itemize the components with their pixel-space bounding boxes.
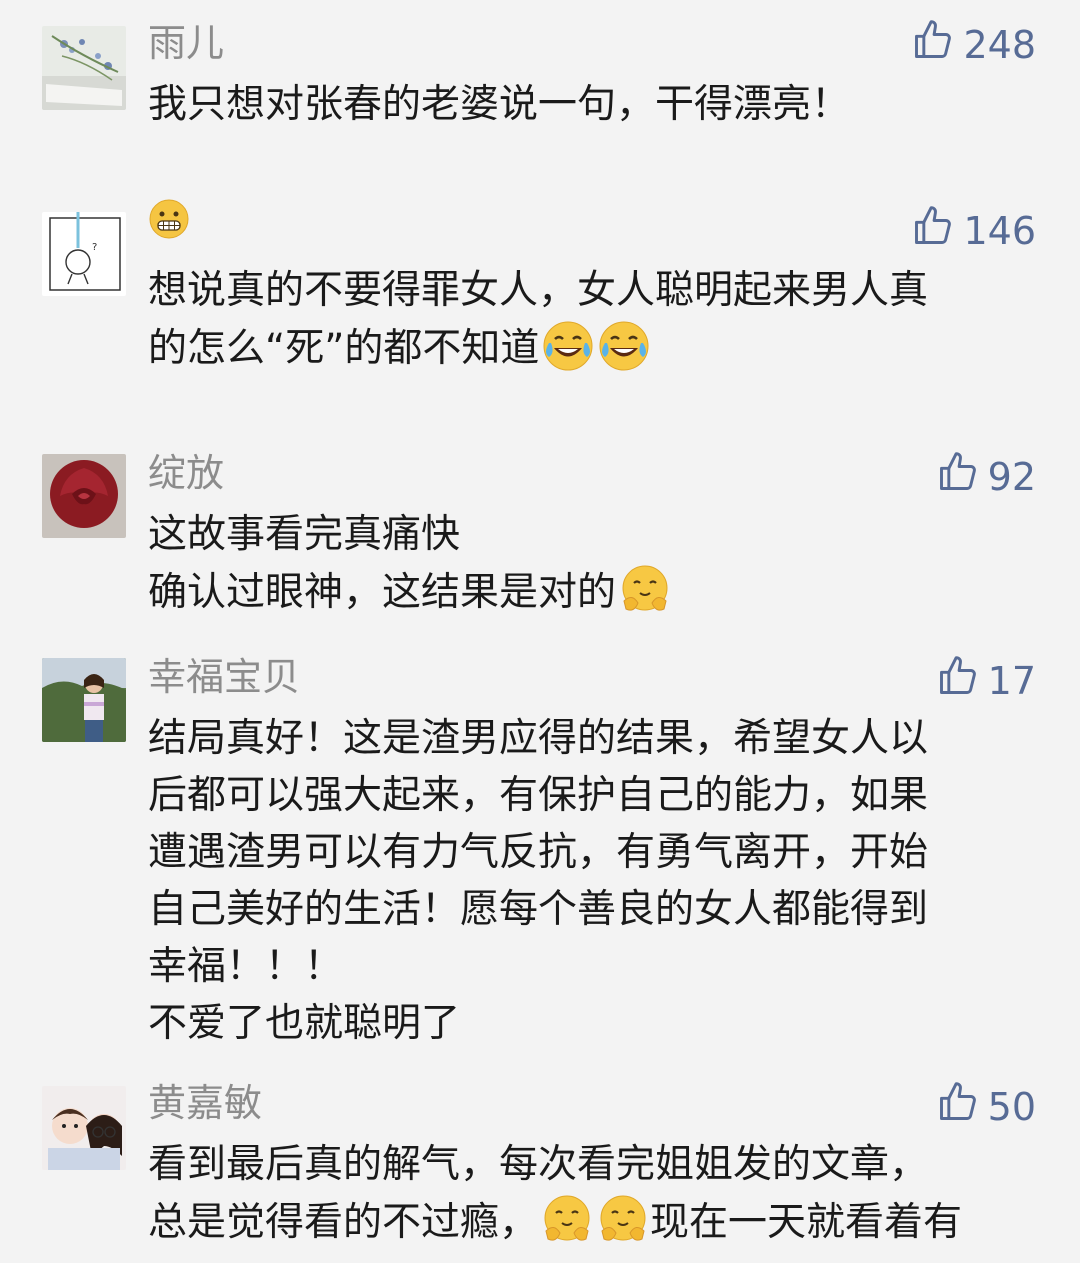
hugging-face-icon	[596, 1193, 650, 1247]
comment-line-text: 的怎么“死”的都不知道	[148, 326, 540, 371]
avatar[interactable]	[42, 26, 126, 110]
comment-text: 看到最后真的解气，每次看完姐姐发的文章， 总是觉得看的不过瘾， 现在一天就看着有	[148, 1136, 1048, 1251]
thumbs-up-icon	[911, 204, 955, 258]
like-count: 248	[963, 23, 1036, 67]
hugging-face-icon	[540, 1193, 594, 1247]
avatar[interactable]: ?	[42, 212, 126, 296]
comment-line: 结局真好！这是渣男应得的结果，希望女人以	[148, 716, 929, 761]
thumbs-up-icon	[911, 18, 955, 72]
comment-line-text: 现在一天就看着有	[650, 1200, 963, 1245]
comment-line-text: 确认过眼神，这结果是对的	[148, 570, 617, 615]
commenter-name	[148, 198, 190, 250]
commenter-name: 绽放	[148, 451, 225, 495]
like-button[interactable]: 146	[911, 204, 1036, 258]
commenter-name: 黄嘉敏	[148, 1081, 263, 1125]
like-button[interactable]: 92	[936, 450, 1036, 504]
comment-text: 结局真好！这是渣男应得的结果，希望女人以 后都可以强大起来，有保护自己的能力，如…	[148, 710, 1048, 1052]
avatar[interactable]	[42, 1086, 126, 1170]
hugging-face-icon	[618, 563, 672, 617]
like-count: 92	[987, 455, 1036, 499]
like-button[interactable]: 50	[936, 1080, 1036, 1134]
comment-line: 不爱了也就聪明了	[148, 1001, 461, 1046]
comment-text: 想说真的不要得罪女人，女人聪明起来男人真 的怎么“死”的都不知道	[148, 262, 1048, 377]
comment-line: 遭遇渣男可以有力气反抗，有勇气离开，开始	[148, 830, 929, 875]
commenter-name: 雨儿	[148, 21, 225, 65]
comment-line: 想说真的不要得罪女人，女人聪明起来男人真	[148, 268, 929, 313]
like-count: 17	[987, 659, 1036, 703]
comment-line: 后都可以强大起来，有保护自己的能力，如果	[148, 773, 929, 818]
comment-text: 这故事看完真痛快 确认过眼神，这结果是对的	[148, 506, 1048, 621]
avatar[interactable]	[42, 658, 126, 742]
face-with-tears-of-joy-icon	[597, 319, 651, 373]
thumbs-up-icon	[936, 1080, 980, 1134]
like-count: 146	[963, 209, 1036, 253]
comment-line: 这故事看完真痛快	[148, 512, 461, 557]
comment-line: 幸福！！！	[148, 944, 344, 989]
avatar[interactable]	[42, 454, 126, 538]
like-count: 50	[987, 1085, 1036, 1129]
comment-line: 看到最后真的解气，每次看完姐姐发的文章，	[148, 1142, 929, 1187]
grimacing-face-icon	[148, 199, 190, 249]
thumbs-up-icon	[936, 654, 980, 708]
comment-line: 总是觉得看的不过瘾， 现在一天就看着有	[148, 1193, 1048, 1251]
comment-line: 我只想对张春的老婆说一句，干得漂亮！	[148, 82, 851, 127]
like-button[interactable]: 248	[911, 18, 1036, 72]
comment-line: 的怎么“死”的都不知道	[148, 319, 1048, 377]
thumbs-up-icon	[936, 450, 980, 504]
face-with-tears-of-joy-icon	[541, 319, 595, 373]
svg-text:?: ?	[92, 242, 97, 253]
comment-line: 自己美好的生活！愿每个善良的女人都能得到	[148, 887, 929, 932]
commenter-name: 幸福宝贝	[148, 655, 301, 699]
comment-line-text: 总是觉得看的不过瘾，	[148, 1200, 539, 1245]
comment-text: 我只想对张春的老婆说一句，干得漂亮！	[148, 76, 1048, 133]
like-button[interactable]: 17	[936, 654, 1036, 708]
comment-line: 确认过眼神，这结果是对的	[148, 563, 1048, 621]
